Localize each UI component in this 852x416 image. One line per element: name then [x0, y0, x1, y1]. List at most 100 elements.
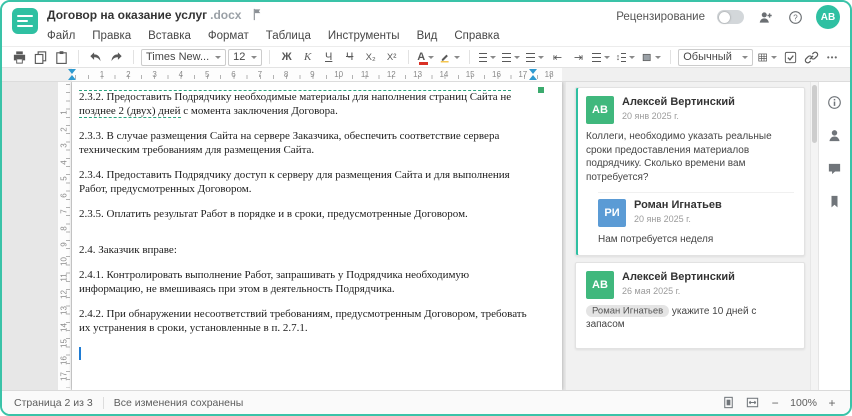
zoom-level[interactable]: 100% — [790, 397, 817, 409]
vertical-ruler[interactable]: 1 2 3 4 5 6 7 8 9 10 11 12 13 14 15 16 17 — [58, 82, 72, 390]
doc-paragraph-p-cursor[interactable] — [79, 347, 532, 362]
feedback-icon[interactable] — [825, 125, 845, 145]
redo-button[interactable] — [107, 48, 126, 66]
left-indent-marker[interactable] — [68, 75, 76, 80]
text-run: позднее 2 (двух) дней — [79, 104, 181, 118]
doc-paragraph-p-2-3-3[interactable]: 2.3.3. В случае размещения Сайта на серв… — [79, 130, 532, 157]
insert-link-button[interactable] — [802, 48, 821, 66]
vruler-number: 4 — [59, 159, 69, 165]
strikethrough-button[interactable]: Ч — [340, 48, 359, 66]
bold-button[interactable]: Ж — [277, 48, 296, 66]
favorite-flag-icon[interactable] — [250, 7, 265, 22]
fit-width-button[interactable] — [745, 395, 760, 410]
doc-paragraph-p-2-3-2[interactable]: 2.3.2. Предоставить Подрядчику необходим… — [79, 90, 532, 118]
right-margin-marker[interactable] — [529, 69, 537, 74]
menu-table[interactable]: Таблица — [266, 30, 311, 42]
menu-file[interactable]: Файл — [47, 30, 75, 42]
numbering-button[interactable] — [500, 48, 522, 66]
paragraph-style-select[interactable]: Обычный — [678, 48, 753, 66]
info-icon[interactable] — [825, 92, 845, 112]
print-button[interactable] — [10, 48, 29, 66]
hruler-number: 14 — [439, 69, 449, 79]
paste-button[interactable] — [52, 48, 71, 66]
doc-paragraph-p-2-3-4[interactable]: 2.3.4. Предоставить Подрядчику доступ к … — [79, 169, 532, 196]
text-run: 2.3.3. В случае размещения Сайта на серв… — [79, 130, 500, 156]
app-logo-icon[interactable] — [12, 8, 38, 34]
comment-avatar: АВ — [586, 270, 614, 299]
doc-paragraph-p-2-4-2[interactable]: 2.4.2. При обнаружении несоответствий тр… — [79, 308, 532, 335]
menu-edit[interactable]: Правка — [92, 30, 131, 42]
undo-button[interactable] — [86, 48, 105, 66]
increase-indent-button[interactable]: ⇥ — [569, 48, 588, 66]
doc-paragraph-p-2-4-1[interactable]: 2.4.1. Контролировать выполнение Работ, … — [79, 269, 532, 296]
line-spacing-button[interactable]: ↕ — [614, 48, 637, 66]
right-sidebar — [818, 82, 850, 390]
vruler-number: 13 — [59, 306, 69, 315]
vruler-number: 17 — [59, 372, 69, 381]
first-line-indent-marker[interactable] — [68, 69, 76, 74]
save-status: Все изменения сохранены — [113, 396, 244, 409]
navigation-icon[interactable] — [825, 191, 845, 211]
vruler-number: 16 — [59, 355, 69, 365]
page-indicator[interactable]: Страница 2 из 3 — [14, 397, 93, 409]
menu-help[interactable]: Справка — [454, 30, 499, 42]
hruler-number: 6 — [231, 69, 236, 79]
text-run: 2.4.2. При обнаружении несоответствий тр… — [79, 308, 527, 334]
add-user-icon[interactable] — [756, 8, 774, 26]
review-toggle[interactable] — [717, 10, 744, 24]
comment-anchor-marker[interactable] — [538, 87, 544, 93]
copy-button[interactable] — [31, 48, 50, 66]
hruler-number: 7 — [257, 69, 263, 79]
insert-checkbox-button[interactable] — [781, 48, 800, 66]
text-cursor — [79, 347, 81, 360]
toolbar-separator — [408, 50, 410, 64]
document-page[interactable]: 2.3.2. Предоставить Подрядчику необходим… — [72, 82, 562, 390]
font-color-button[interactable]: А — [416, 48, 435, 66]
decrease-indent-button[interactable]: ⇤ — [548, 48, 567, 66]
vruler-number: 15 — [59, 339, 69, 348]
menu-format[interactable]: Формат — [208, 30, 249, 42]
align-button[interactable] — [590, 48, 612, 66]
menu-insert[interactable]: Вставка — [148, 30, 191, 42]
comment-avatar: АВ — [586, 96, 614, 124]
svg-text:?: ? — [793, 13, 798, 22]
fit-page-button[interactable] — [721, 395, 736, 410]
superscript-button[interactable]: Х² — [382, 48, 401, 66]
underline-button[interactable]: Ч — [319, 48, 338, 66]
comment-thread-2[interactable]: АВ Алексей Вертинский 26 мая 2025 г. Роман … — [575, 261, 805, 349]
help-icon[interactable]: ? — [786, 8, 804, 26]
doc-paragraph-p-2-4[interactable]: 2.4. Заказчик вправе: — [79, 244, 532, 258]
multilevel-list-button[interactable] — [524, 48, 546, 66]
highlight-color-button[interactable] — [437, 48, 461, 66]
status-bar: Страница 2 из 3 Все изменения сохранены … — [2, 390, 850, 414]
zoom-out-button[interactable]: − — [769, 396, 781, 410]
insert-table-button[interactable] — [755, 48, 779, 66]
hruler-number: 2 — [126, 69, 131, 79]
horizontal-ruler[interactable]: 1 2 3 4 5 6 7 8 9 10 11 12 13 14 15 16 17 18 — [2, 68, 850, 82]
shading-button[interactable] — [639, 48, 663, 66]
menu-view[interactable]: Вид — [417, 30, 438, 42]
menu-bar: Файл Правка Вставка Формат Таблица Инструмент… — [47, 27, 616, 44]
zoom-in-button[interactable]: + — [826, 396, 838, 410]
vruler-number: 11 — [59, 273, 69, 282]
doc-paragraph-p-2-3-5[interactable]: 2.3.5. Оплатить результат Работ в порядк… — [79, 208, 532, 222]
font-family-select[interactable]: Times New... — [141, 48, 227, 66]
comment-thread-1[interactable]: АВ Алексей Вертинский 20 янв 2025 г. Коллег… — [575, 87, 805, 256]
comment-text: Коллеги, необходимо указать реальные сро… — [586, 131, 772, 183]
text-run: 2.3.4. Предоставить Подрядчику доступ к … — [79, 169, 510, 195]
hruler-number: 18 — [544, 69, 554, 79]
chat-icon[interactable] — [825, 158, 845, 178]
vertical-scrollbar[interactable] — [810, 82, 818, 390]
italic-button[interactable]: К — [298, 48, 317, 66]
font-size-select[interactable]: 12 — [228, 48, 263, 66]
hruler-number: 4 — [178, 69, 184, 79]
more-tools-button[interactable]: ••• — [823, 48, 842, 66]
bullets-button[interactable] — [477, 48, 499, 66]
right-indent-marker[interactable] — [529, 75, 537, 80]
menu-tools[interactable]: Инструменты — [328, 30, 400, 42]
user-avatar[interactable]: АВ — [816, 5, 840, 29]
subscript-button[interactable]: Х₂ — [361, 48, 380, 66]
mention-chip: Роман Игнатьев — [586, 305, 670, 317]
hruler-number: 3 — [152, 69, 157, 79]
scrollbar-thumb[interactable] — [812, 85, 817, 143]
